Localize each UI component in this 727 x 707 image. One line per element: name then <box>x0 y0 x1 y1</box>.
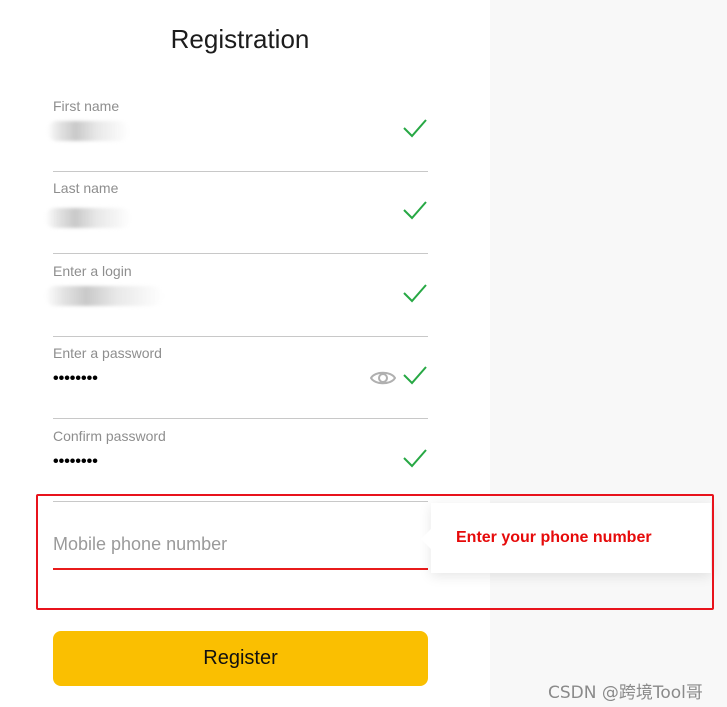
eye-icon[interactable] <box>370 369 396 387</box>
check-icon <box>403 366 427 385</box>
last-name-label: Last name <box>53 180 119 196</box>
password-field[interactable]: Enter a password •••••••• <box>53 345 428 419</box>
page-title: Registration <box>170 24 310 54</box>
first-name-label: First name <box>53 98 120 114</box>
last-name-underline <box>53 253 428 254</box>
first-name-underline <box>53 171 428 172</box>
login-value-blurred <box>45 286 163 306</box>
check-icon <box>403 449 427 468</box>
confirm-password-label: Confirm password <box>53 428 166 444</box>
password-label: Enter a password <box>53 345 162 361</box>
check-icon <box>403 284 427 303</box>
highlight-frame <box>36 494 714 610</box>
password-underline <box>53 418 428 419</box>
confirm-password-value: •••••••• <box>53 453 98 470</box>
watermark: CSDN @跨境Tool哥 <box>548 683 703 703</box>
password-value: •••••••• <box>53 370 98 387</box>
first-name-value-blurred <box>47 121 129 141</box>
confirm-password-field[interactable]: Confirm password •••••••• <box>53 428 428 502</box>
first-name-field[interactable]: First name <box>47 98 428 172</box>
check-icon <box>403 119 427 138</box>
login-field[interactable]: Enter a login <box>45 263 428 337</box>
last-name-value-blurred <box>45 208 131 228</box>
last-name-field[interactable]: Last name <box>45 180 428 254</box>
check-icon <box>403 201 427 220</box>
register-button[interactable]: Register <box>53 631 428 686</box>
login-label: Enter a login <box>53 263 132 279</box>
login-underline <box>53 336 428 337</box>
